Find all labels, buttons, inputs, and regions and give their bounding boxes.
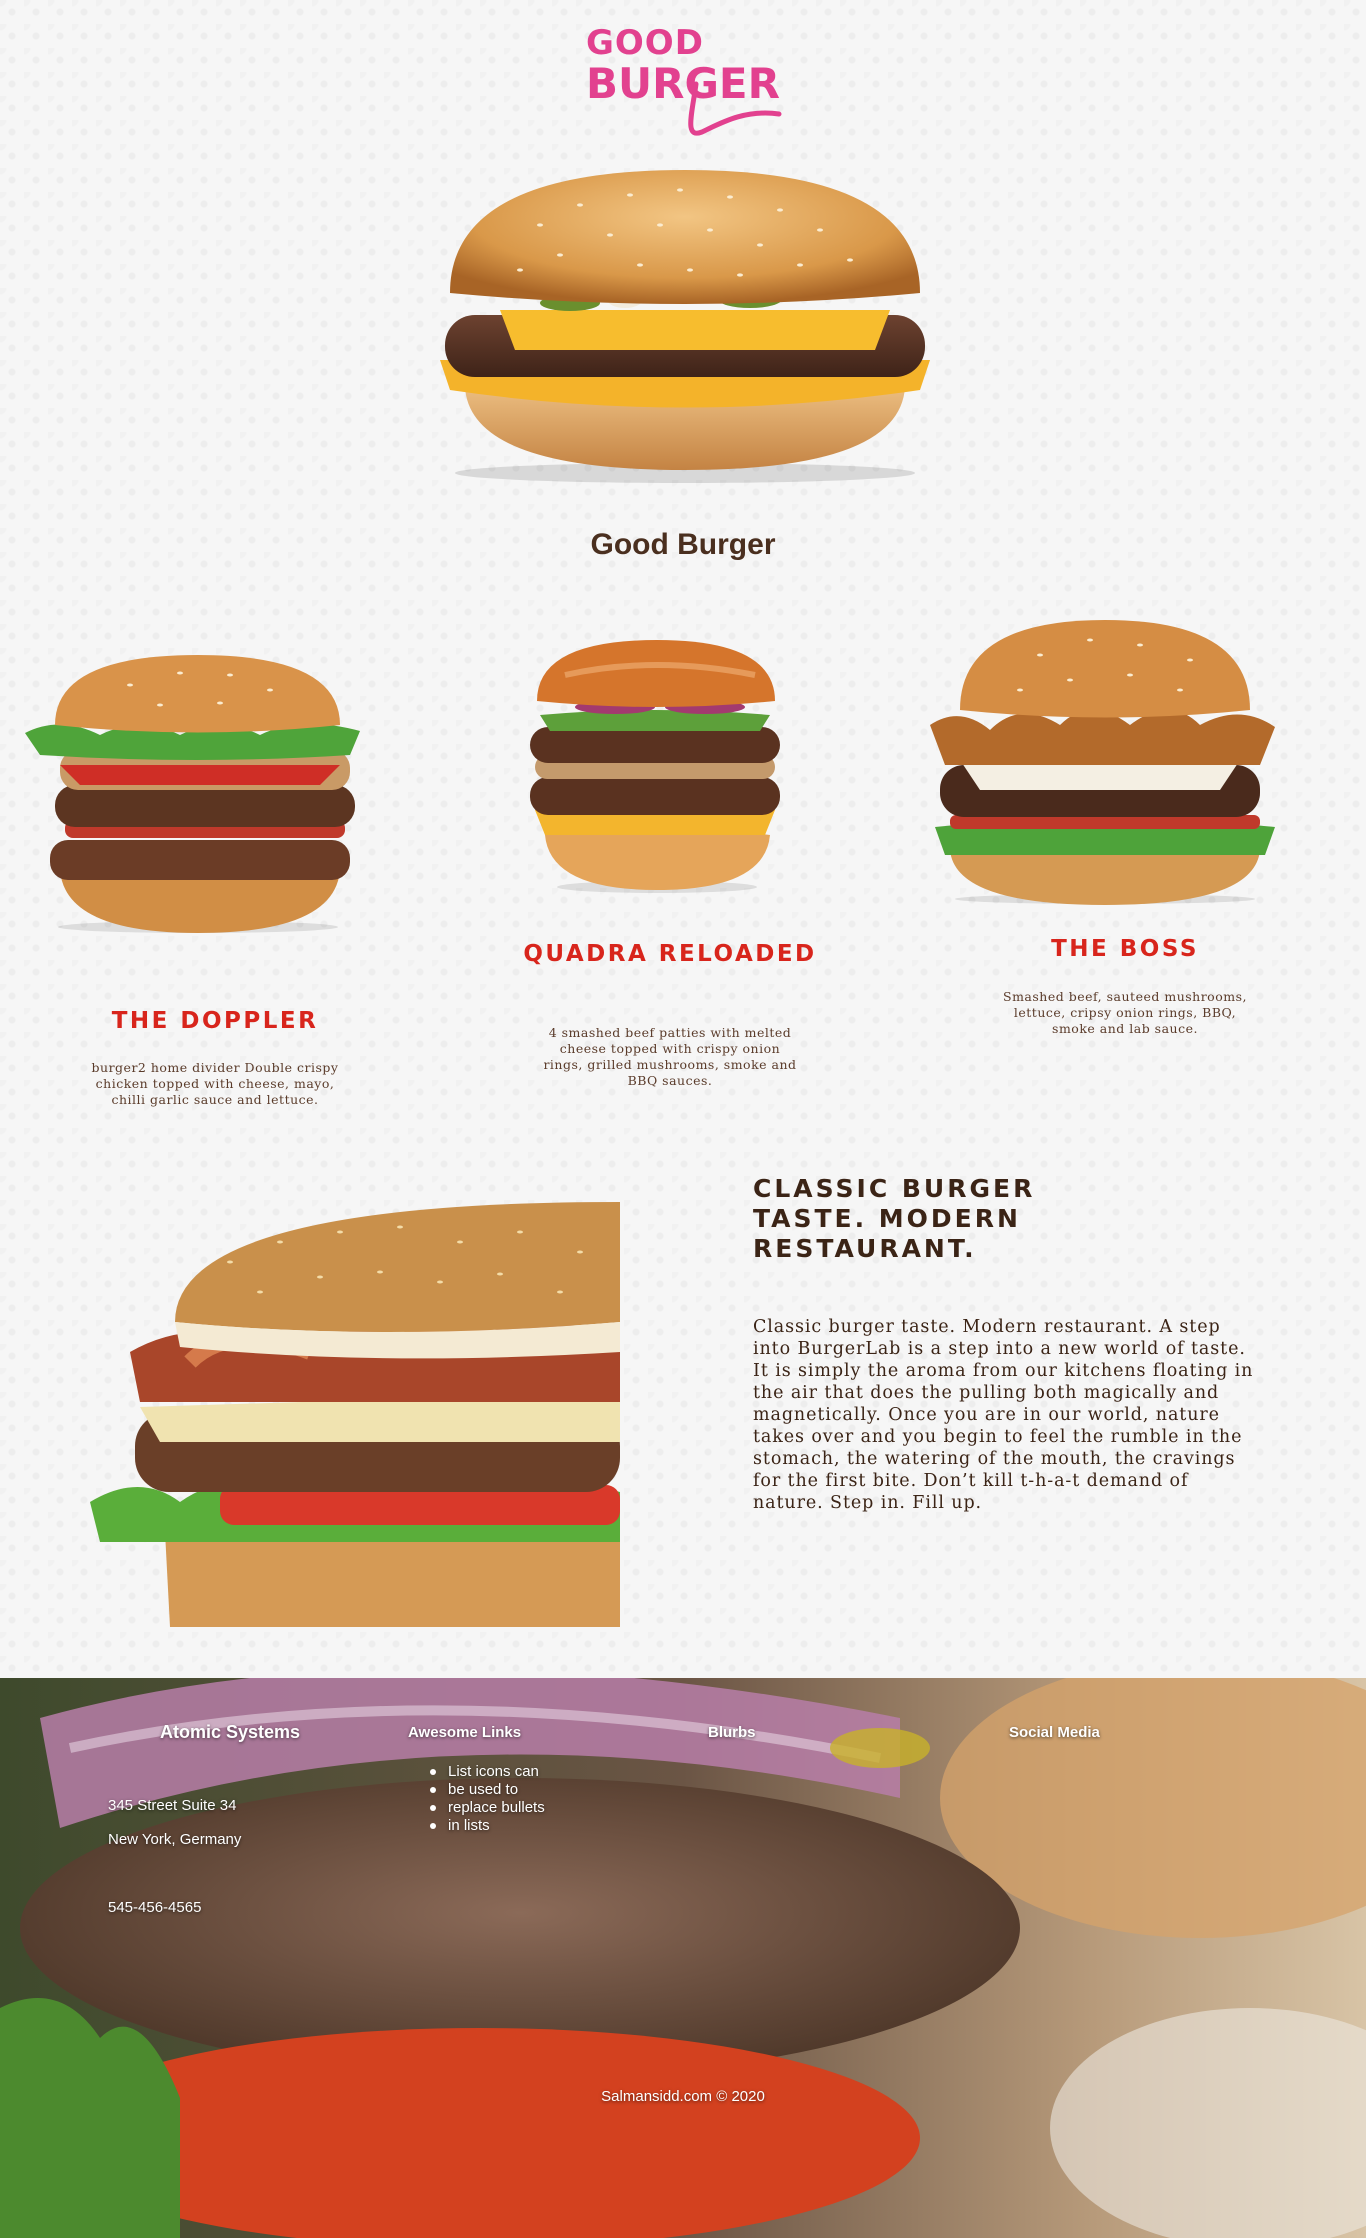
footer-links-title: Awesome Links <box>408 1724 522 1741</box>
footer-blurbs-title: Blurbs <box>708 1724 756 1741</box>
menu-card-title: QUADRA RELOADED <box>523 941 817 967</box>
quadra-reloaded-burger-image <box>525 635 785 895</box>
footer-background-image <box>0 1678 1366 2238</box>
copyright: Salmansidd.com © 2020 <box>601 2088 765 2105</box>
footer-link[interactable]: in lists <box>428 1817 545 1835</box>
footer-address-line2: New York, Germany <box>108 1831 242 1848</box>
footer: Atomic Systems Awesome Links Blurbs Soci… <box>0 1678 1366 2238</box>
menu-card-title: THE DOPPLER <box>111 1008 319 1034</box>
footer-phone: 545-456-4565 <box>108 1899 202 1916</box>
doppler-burger-image <box>20 655 370 935</box>
about-burger-image <box>80 1202 620 1632</box>
footer-link[interactable]: replace bullets <box>428 1799 545 1817</box>
hero-burger-image <box>420 165 950 485</box>
about-heading: CLASSIC BURGER TASTE. MODERN RESTAURANT. <box>753 1174 1036 1263</box>
menu-card-description: Smashed beef, sauteed mushrooms, lettuce… <box>1003 989 1247 1036</box>
footer-address-line1: 345 Street Suite 34 <box>108 1797 237 1814</box>
menu-card-description: 4 smashed beef patties with melted chees… <box>543 1025 797 1088</box>
menu-card-description: burger2 home divider Double crispy chick… <box>91 1060 339 1107</box>
menu-card-title: THE BOSS <box>1051 936 1199 962</box>
footer-company-title: Atomic Systems <box>160 1722 301 1742</box>
footer-social-title: Social Media <box>1009 1724 1100 1741</box>
footer-link[interactable]: be used to <box>428 1781 545 1799</box>
svg-text:BURGER: BURGER <box>586 59 780 108</box>
the-boss-burger-image <box>920 615 1285 905</box>
footer-link[interactable]: List icons can <box>428 1763 545 1781</box>
about-text: Classic burger taste. Modern restaurant.… <box>753 1317 1254 1513</box>
svg-text:GOOD: GOOD <box>586 23 704 63</box>
good-burger-logo: GOOD BURGER <box>586 23 782 136</box>
footer-links-list: List icons can be used to replace bullet… <box>428 1763 545 1835</box>
site-title: Good Burger <box>590 528 776 561</box>
logo[interactable]: GOOD BURGER <box>584 14 784 144</box>
